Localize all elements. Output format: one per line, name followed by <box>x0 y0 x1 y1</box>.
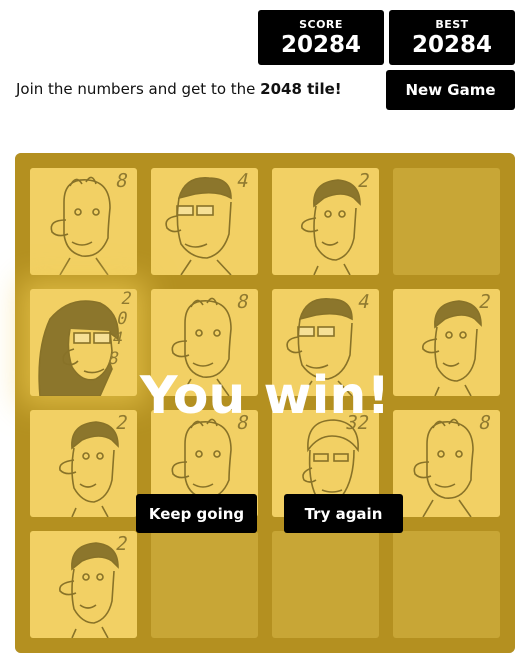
intro-goal: 2048 tile! <box>260 80 342 98</box>
intro-text: Join the numbers and get to the <box>16 80 261 98</box>
try-again-button[interactable]: Try again <box>284 494 403 533</box>
best-value: 20284 <box>411 32 493 58</box>
keep-going-button[interactable]: Keep going <box>136 494 257 533</box>
best-score-box: BEST 20284 <box>389 10 515 65</box>
win-message: You win! <box>139 366 391 426</box>
score-value: 20284 <box>280 32 362 58</box>
win-overlay: You win! Keep going Try again <box>15 153 515 653</box>
new-game-button[interactable]: New Game <box>386 70 515 110</box>
game-intro: Join the numbers and get to the 2048 til… <box>16 80 342 98</box>
best-label: BEST <box>435 18 469 31</box>
score-box: SCORE 20284 <box>258 10 384 65</box>
score-label: SCORE <box>299 18 343 31</box>
